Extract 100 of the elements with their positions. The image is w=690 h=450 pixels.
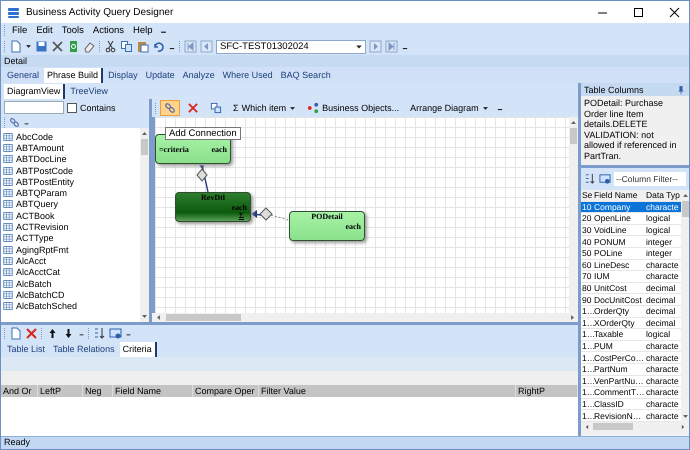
table-row[interactable]: 1…PUM characte: [581, 340, 681, 352]
link-icon[interactable]: [164, 102, 176, 114]
list-item[interactable]: ABTPostCode: [1, 164, 140, 176]
menu-item[interactable]: Actions: [90, 25, 128, 36]
scroll-up-icon[interactable]: [682, 192, 688, 199]
toolbar-button[interactable]: Arrange Diagram: [406, 100, 493, 116]
list-item[interactable]: AlcBatch: [1, 278, 140, 290]
scroll-thumb[interactable]: [570, 128, 577, 144]
new-file-icon[interactable]: [9, 40, 22, 53]
caret-icon[interactable]: [482, 104, 489, 112]
table-row[interactable]: 1…OrderQty decimal: [581, 306, 681, 318]
scroll-down-icon[interactable]: [141, 313, 148, 320]
table-row[interactable]: 70 IUM characte: [581, 271, 681, 283]
tab[interactable]: Criteria: [120, 342, 157, 357]
save-icon[interactable]: [35, 40, 48, 53]
table-row[interactable]: 1…CommentT… characte: [581, 387, 681, 399]
list-item[interactable]: ABTPostEntity: [1, 176, 140, 188]
copy-icon[interactable]: [120, 40, 133, 53]
table-row[interactable]: 60 LineDesc characte: [581, 260, 681, 272]
menu-item[interactable]: Tools: [58, 25, 87, 36]
table-row[interactable]: 20 OpenLine logical: [581, 213, 681, 225]
scroll-left-icon[interactable]: [584, 424, 590, 430]
list-item[interactable]: ACTType: [1, 232, 140, 244]
list-item[interactable]: AlcBatchCD: [1, 289, 140, 300]
tab[interactable]: DiagramView: [4, 84, 66, 99]
tab[interactable]: TreeView: [67, 84, 111, 99]
connector-line[interactable]: [251, 207, 288, 221]
tab[interactable]: Analyze: [180, 68, 218, 83]
list-item[interactable]: AlcAcctCat: [1, 266, 140, 278]
tab[interactable]: Update: [142, 68, 178, 83]
table-row[interactable]: 1…RevisionN… characte: [581, 410, 681, 422]
nodes-icon[interactable]: [307, 102, 320, 114]
tab[interactable]: Where Used: [220, 68, 276, 83]
delete-icon[interactable]: [51, 40, 64, 53]
caret-icon[interactable]: [355, 42, 363, 50]
list-item[interactable]: ABTQuery: [1, 198, 140, 210]
close-icon[interactable]: [668, 6, 680, 18]
table-row[interactable]: 50 POLine integer: [581, 248, 681, 260]
toolbar-button[interactable]: Business Objects...: [303, 100, 404, 116]
table-row[interactable]: 30 VoidLine logical: [581, 224, 681, 236]
table-row[interactable]: 1…PartNum characte: [581, 364, 681, 376]
table-row[interactable]: 1…Taxable logical: [581, 329, 681, 341]
record-dropdown[interactable]: SFC-TEST01302024: [216, 40, 366, 54]
toolbar-button[interactable]: [160, 100, 180, 116]
delete-icon[interactable]: [25, 326, 38, 340]
scrollbar[interactable]: [569, 117, 578, 313]
refresh-icon[interactable]: [67, 40, 80, 53]
table-row[interactable]: 1…VenPartNu… characte: [581, 376, 681, 388]
sort-icon[interactable]: [584, 173, 596, 185]
scroll-thumb[interactable]: [141, 139, 148, 155]
caret-icon[interactable]: [289, 104, 296, 112]
table-row[interactable]: 40 PONUM integer: [581, 236, 681, 248]
link-icon[interactable]: [9, 116, 20, 128]
caret-icon[interactable]: [25, 43, 32, 50]
list-item[interactable]: ABTAmount: [1, 142, 140, 154]
table-node[interactable]: RevDtl each Σ: [175, 192, 251, 222]
list-item[interactable]: AlcBatchSched: [1, 300, 140, 312]
column-header[interactable]: Field Name: [593, 190, 645, 200]
list-item[interactable]: AbcCode: [1, 131, 140, 142]
table-node[interactable]: PODetail each: [289, 211, 365, 241]
tab[interactable]: General: [4, 68, 42, 83]
table-row[interactable]: 1…ClassID characte: [581, 398, 681, 410]
toolbar-button[interactable]: Σ Which item: [229, 100, 300, 116]
column-filter-field[interactable]: --Column Filter--: [614, 172, 686, 186]
list-item[interactable]: AlcAcct: [1, 255, 140, 267]
column-header[interactable]: Data Typ: [645, 190, 683, 200]
scroll-thumb[interactable]: [593, 423, 633, 430]
column-header[interactable]: Se: [581, 190, 593, 200]
tab[interactable]: Display: [105, 68, 141, 83]
table-row[interactable]: 1…CostPerCo… characte: [581, 352, 681, 364]
tab[interactable]: Phrase Build: [44, 68, 104, 83]
pin-icon[interactable]: [676, 84, 686, 94]
copy-icon[interactable]: [210, 102, 222, 114]
table-row[interactable]: 10 Company characte: [581, 202, 681, 214]
tab[interactable]: Table Relations: [50, 342, 118, 357]
scrollbar[interactable]: [140, 128, 149, 322]
scroll-right-icon[interactable]: [680, 424, 686, 430]
list-item[interactable]: ACTBook: [1, 210, 140, 222]
tab[interactable]: Table List: [4, 342, 48, 357]
paste-icon[interactable]: [136, 40, 149, 53]
list-item[interactable]: AgingRptFmt: [1, 244, 140, 256]
menu-item[interactable]: Edit: [33, 25, 56, 36]
scroll-up-icon[interactable]: [570, 119, 577, 126]
cut-icon[interactable]: [104, 40, 117, 53]
menu-item[interactable]: File: [9, 25, 30, 36]
table-settings-icon[interactable]: [599, 173, 611, 185]
scroll-thumb[interactable]: [682, 201, 688, 217]
eraser-icon[interactable]: [83, 40, 96, 53]
table-settings-icon[interactable]: [109, 326, 122, 340]
list-item[interactable]: ACTRevision: [1, 221, 140, 233]
scrollbar[interactable]: [681, 190, 689, 422]
tab[interactable]: BAQ Search: [278, 68, 334, 83]
table-row[interactable]: 80 UnitCost decimal: [581, 282, 681, 294]
table-row[interactable]: 1…XOrderQty decimal: [581, 318, 681, 330]
search-field[interactable]: [4, 101, 64, 114]
list-item[interactable]: ABTQParam: [1, 187, 140, 199]
list-item[interactable]: ABTDocLine: [1, 154, 140, 165]
scroll-up-icon[interactable]: [141, 130, 148, 137]
table-row[interactable]: 90 DocUnitCost decimal: [581, 294, 681, 306]
menu-item[interactable]: Help: [130, 25, 156, 36]
